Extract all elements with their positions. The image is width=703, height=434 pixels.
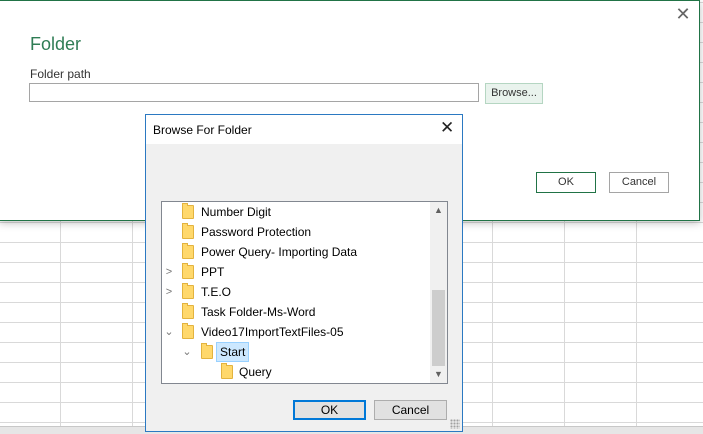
- browse-cancel-button[interactable]: Cancel: [374, 400, 447, 420]
- dialog-title: Folder: [30, 34, 82, 54]
- tree-item-label: Password Protection: [201, 225, 312, 239]
- browse-button[interactable]: Browse...: [485, 83, 543, 104]
- resize-grip-icon[interactable]: [450, 419, 460, 429]
- tree-item[interactable]: Power Query- Importing Data: [162, 242, 430, 262]
- browse-for-folder-dialog: Browse For Folder ✕ Number Digit Passwor…: [145, 114, 463, 432]
- folder-icon: [182, 303, 194, 319]
- scroll-thumb[interactable]: [432, 290, 445, 366]
- folder-icon: [182, 243, 194, 259]
- tree-item-selected[interactable]: ⌄ Start: [162, 342, 430, 362]
- tree-item[interactable]: Number Digit: [162, 202, 430, 222]
- scroll-up-icon[interactable]: ▲: [430, 202, 447, 219]
- folder-icon: [182, 203, 194, 219]
- chevron-right-icon[interactable]: >: [164, 282, 174, 302]
- tree-item-label: T.E.O: [201, 285, 232, 299]
- close-icon[interactable]: ✕: [675, 5, 691, 23]
- chevron-down-icon[interactable]: ⌄: [182, 342, 192, 362]
- browse-dialog-titlebar: Browse For Folder ✕: [146, 115, 462, 144]
- tree-item[interactable]: > T.E.O: [162, 282, 430, 302]
- chevron-right-icon[interactable]: >: [164, 262, 174, 282]
- scroll-down-icon[interactable]: ▼: [430, 366, 447, 383]
- folder-path-label: Folder path: [30, 67, 91, 81]
- folder-tree[interactable]: Number Digit Password Protection Power Q…: [161, 201, 448, 384]
- tree-item-label: Start: [216, 342, 250, 362]
- tree-item-label: Power Query- Importing Data: [201, 245, 358, 259]
- tree-item[interactable]: ⌄ Video17ImportTextFiles-05: [162, 322, 430, 342]
- tree-item-label: Number Digit: [201, 205, 272, 219]
- cancel-button[interactable]: Cancel: [609, 172, 669, 193]
- browse-ok-button[interactable]: OK: [293, 400, 366, 420]
- folder-icon: [182, 323, 194, 339]
- tree-item-label: Task Folder-Ms-Word: [201, 305, 316, 319]
- tree-item-label: Video17ImportTextFiles-05: [201, 325, 344, 339]
- folder-icon: [182, 283, 194, 299]
- folder-icon: [221, 363, 233, 379]
- browse-close-icon[interactable]: ✕: [440, 119, 454, 136]
- tree-item[interactable]: Password Protection: [162, 222, 430, 242]
- tree-scrollbar[interactable]: ▲ ▼: [430, 202, 447, 383]
- folder-icon: [182, 263, 194, 279]
- folder-path-input[interactable]: [29, 83, 479, 102]
- browse-dialog-title: Browse For Folder: [153, 123, 252, 137]
- tree-item[interactable]: Query: [162, 362, 430, 382]
- tree-item-label: Query: [239, 365, 272, 379]
- chevron-down-icon[interactable]: ⌄: [164, 322, 174, 342]
- tree-item[interactable]: Task Folder-Ms-Word: [162, 302, 430, 322]
- tree-item[interactable]: > PPT: [162, 262, 430, 282]
- ok-button[interactable]: OK: [536, 172, 596, 193]
- folder-icon: [182, 223, 194, 239]
- folder-icon: [201, 343, 213, 359]
- tree-item-label: PPT: [201, 265, 225, 279]
